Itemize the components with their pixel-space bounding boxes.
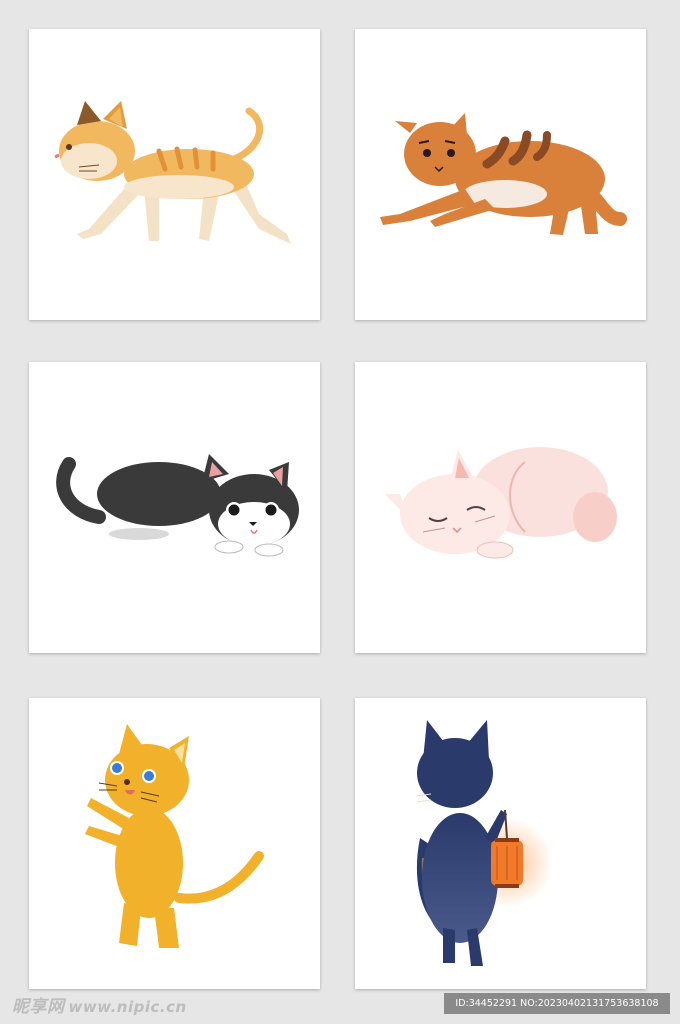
site-url: www.nipic.cn	[68, 998, 187, 1016]
nipic-watermark: 昵享网 www.nipic.cn	[12, 992, 187, 1017]
gallery-item-orange-tabby-cat[interactable]	[29, 29, 320, 320]
blue-cat-lantern-illustration	[416, 720, 553, 966]
brown-striped-cat-illustration	[380, 113, 627, 235]
image-id-label: ID:34452291 NO:20230402131753638108	[444, 993, 670, 1014]
gallery-item-pink-cat[interactable]	[355, 362, 646, 653]
gallery-item-brown-striped-cat[interactable]	[355, 29, 646, 320]
orange-tabby-cat-illustration	[54, 101, 291, 244]
pink-cat-illustration	[385, 447, 617, 559]
gallery-item-blue-cat-lantern[interactable]	[355, 698, 646, 989]
gallery-item-black-white-cat[interactable]	[29, 362, 320, 653]
yellow-cat-illustration	[85, 724, 264, 948]
brand-logo: 昵享网	[12, 997, 65, 1017]
black-white-cat-illustration	[56, 454, 299, 557]
gallery-item-yellow-cat[interactable]	[29, 698, 320, 989]
